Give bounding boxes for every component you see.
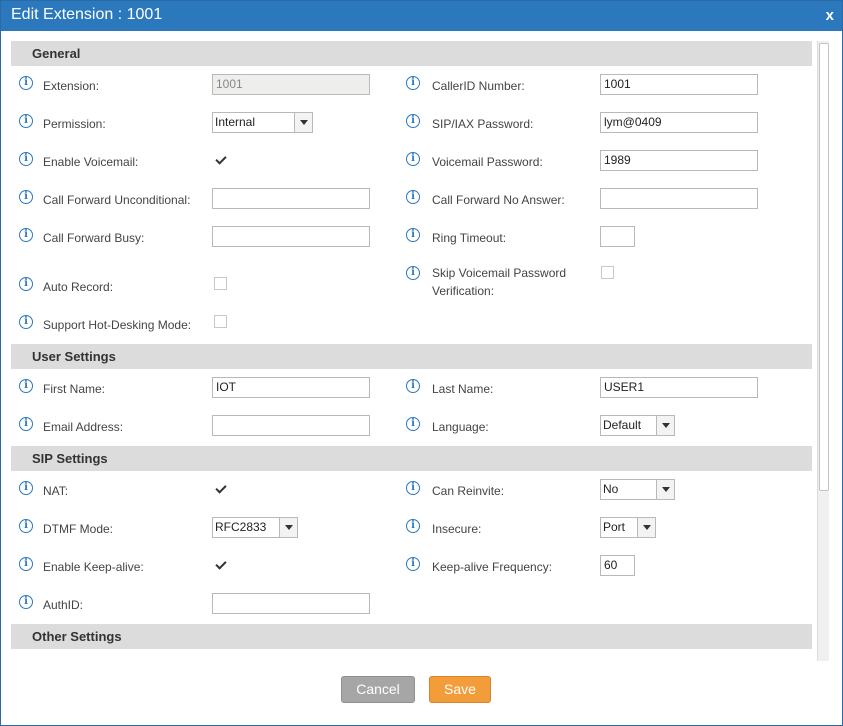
language-label: Language:: [432, 420, 489, 434]
info-icon[interactable]: i: [406, 266, 420, 280]
row-insecure: i Insecure: Port: [11, 516, 812, 538]
row-voicemail-password: i Voicemail Password: 1989: [11, 149, 812, 171]
info-icon[interactable]: i: [406, 417, 420, 431]
content-scrollbar[interactable]: [817, 41, 829, 661]
row-sip-password: i SIP/IAX Password: lym@0409: [11, 111, 812, 133]
ring-timeout-label: Ring Timeout:: [432, 231, 507, 245]
section-general-title: General: [32, 46, 81, 61]
section-user-settings: User Settings: [11, 344, 812, 369]
chevron-down-icon[interactable]: [656, 480, 674, 499]
row-ring-timeout: i Ring Timeout:: [11, 225, 812, 247]
row-authid: i AuthID:: [11, 592, 812, 614]
section-general: General: [11, 41, 812, 66]
sip-iax-password-field[interactable]: lym@0409: [600, 112, 758, 133]
insecure-label: Insecure:: [432, 522, 482, 536]
chevron-down-icon[interactable]: [637, 518, 655, 537]
voicemail-password-label: Voicemail Password:: [432, 155, 543, 169]
info-icon[interactable]: i: [406, 557, 420, 571]
row-can-reinvite: i Can Reinvite: No: [11, 478, 812, 500]
info-icon[interactable]: i: [406, 76, 420, 90]
skip-vm-password-checkbox[interactable]: [601, 266, 614, 279]
row-language: i Language: Default: [11, 414, 812, 436]
info-icon[interactable]: i: [19, 315, 33, 329]
callerid-number-field[interactable]: 1001: [600, 74, 758, 95]
info-icon[interactable]: i: [406, 379, 420, 393]
authid-field[interactable]: [212, 593, 370, 614]
dialog-content[interactable]: General i Extension: 1001 i CallerID Num…: [11, 41, 812, 661]
info-icon[interactable]: i: [406, 519, 420, 533]
callerid-number-label: CallerID Number:: [432, 79, 525, 93]
insecure-value: Port: [603, 520, 626, 534]
hot-desking-label: Support Hot-Desking Mode:: [43, 318, 192, 332]
hot-desking-checkbox[interactable]: [214, 315, 227, 328]
sip-iax-password-label: SIP/IAX Password:: [432, 117, 534, 131]
cf-no-answer-field[interactable]: [600, 188, 758, 209]
section-sip-settings: SIP Settings: [11, 446, 812, 471]
skip-vm-password-label: Skip Voicemail Password Verification:: [432, 266, 567, 298]
section-user-settings-title: User Settings: [32, 349, 116, 364]
row-skip-vm-password: i Skip Voicemail Password Verification:: [11, 263, 812, 298]
keep-alive-frequency-field[interactable]: 60: [600, 555, 635, 576]
section-other-settings-title: Other Settings: [32, 629, 122, 644]
insecure-select[interactable]: Port: [600, 517, 656, 538]
dialog-titlebar: Edit Extension : 1001 x: [1, 1, 842, 31]
can-reinvite-select[interactable]: No: [600, 479, 675, 500]
row-hot-desking: i Support Hot-Desking Mode:: [11, 312, 812, 334]
save-button[interactable]: Save: [429, 676, 491, 703]
section-other-settings: Other Settings: [11, 624, 812, 649]
keep-alive-frequency-label: Keep-alive Frequency:: [432, 560, 553, 574]
language-value: Default: [603, 418, 642, 432]
info-icon[interactable]: i: [406, 190, 420, 204]
info-icon[interactable]: i: [406, 152, 420, 166]
language-select[interactable]: Default: [600, 415, 675, 436]
authid-label: AuthID:: [43, 598, 84, 612]
section-sip-settings-title: SIP Settings: [32, 451, 108, 466]
last-name-label: Last Name:: [432, 382, 494, 396]
voicemail-password-field[interactable]: 1989: [600, 150, 758, 171]
row-callerid: i CallerID Number: 1001: [11, 73, 812, 95]
info-icon[interactable]: i: [19, 595, 33, 609]
chevron-down-icon[interactable]: [656, 416, 674, 435]
can-reinvite-value: No: [603, 482, 619, 496]
info-icon[interactable]: i: [406, 481, 420, 495]
cancel-button[interactable]: Cancel: [341, 676, 415, 703]
cf-no-answer-label: Call Forward No Answer:: [432, 193, 565, 207]
row-cf-no-answer: i Call Forward No Answer:: [11, 187, 812, 209]
scrollbar-thumb[interactable]: [819, 43, 829, 491]
row-last-name: i Last Name: USER1: [11, 376, 812, 398]
edit-extension-dialog: Edit Extension : 1001 x General i Extens…: [0, 0, 843, 726]
info-icon[interactable]: i: [406, 114, 420, 128]
ring-timeout-field[interactable]: [600, 226, 635, 247]
close-icon[interactable]: x: [826, 7, 834, 24]
info-icon[interactable]: i: [406, 228, 420, 242]
dialog-title: Edit Extension : 1001: [11, 6, 163, 23]
can-reinvite-label: Can Reinvite:: [432, 484, 505, 498]
last-name-field[interactable]: USER1: [600, 377, 758, 398]
row-keep-alive-frequency: i Keep-alive Frequency: 60: [11, 554, 812, 576]
